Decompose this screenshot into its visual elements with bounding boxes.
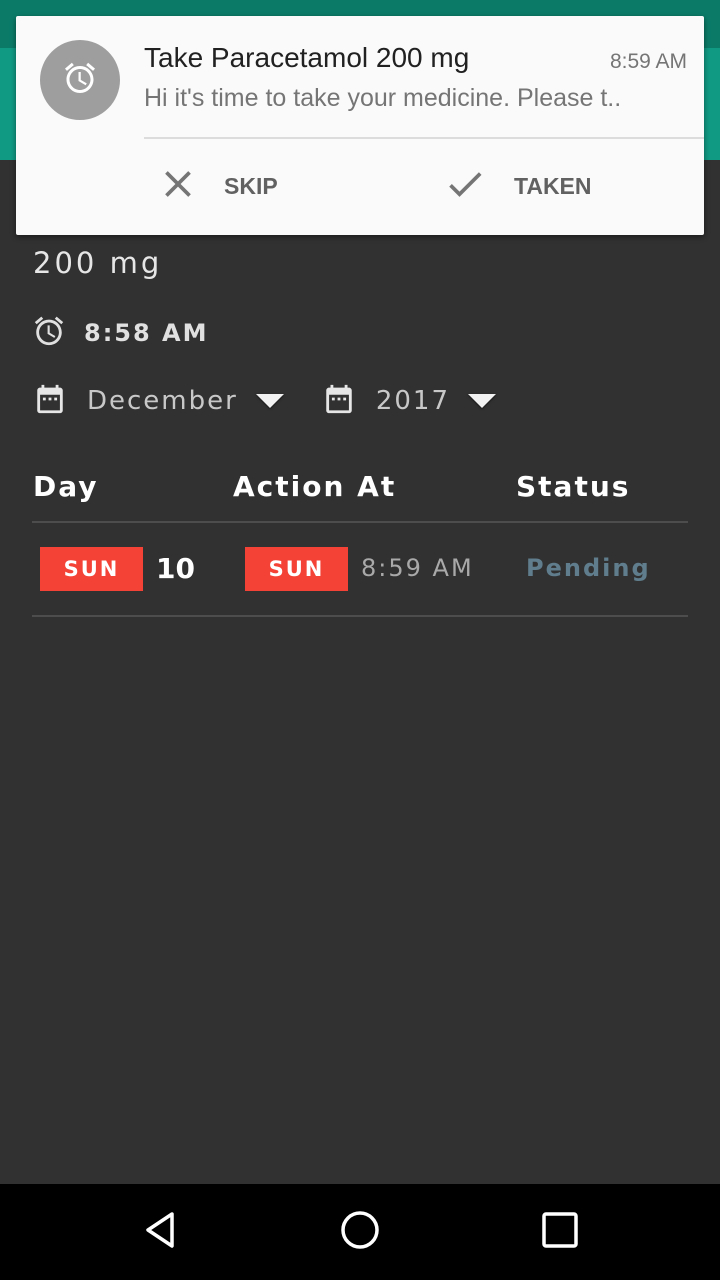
action-day-badge: SUN	[245, 547, 348, 591]
taken-button[interactable]: TAKEN	[440, 162, 592, 210]
notification-divider	[144, 137, 704, 139]
alarm-icon	[32, 314, 66, 352]
table-header-divider	[32, 521, 688, 523]
date-filters: December 2017	[33, 382, 496, 420]
notification-time: 8:59 AM	[609, 50, 687, 73]
recents-button[interactable]	[532, 1204, 588, 1260]
notification-text: Hi it's time to take your medicine. Plea…	[144, 84, 622, 112]
alarm-icon	[62, 60, 98, 100]
year-selector[interactable]: 2017	[322, 382, 496, 420]
close-icon	[156, 162, 200, 210]
status-badge: Pending	[526, 554, 651, 582]
navigation-bar	[0, 1184, 720, 1280]
recents-icon	[541, 1211, 579, 1253]
medicine-dose: 200 mg	[33, 246, 163, 280]
header-action-at: Action At	[233, 470, 397, 503]
notification-card[interactable]: Take Paracetamol 200 mg 8:59 AM Hi it's …	[16, 16, 704, 235]
action-time: 8:59 AM	[361, 554, 474, 582]
reminder-time-row: 8:58 AM	[32, 314, 209, 352]
reminder-time: 8:58 AM	[84, 319, 209, 347]
skip-label: SKIP	[224, 172, 278, 199]
month-value: December	[87, 386, 238, 416]
dropdown-caret-icon	[255, 394, 284, 408]
taken-label: TAKEN	[514, 172, 592, 199]
table-row-divider	[32, 615, 688, 617]
skip-button[interactable]: SKIP	[156, 162, 278, 210]
home-button[interactable]	[332, 1204, 388, 1260]
dropdown-caret-icon	[468, 394, 496, 408]
notification-title: Take Paracetamol 200 mg	[144, 42, 470, 73]
day-badge: SUN	[40, 547, 143, 591]
day-number: 10	[156, 552, 195, 585]
notification-avatar	[40, 40, 120, 120]
check-icon	[440, 162, 490, 210]
header-status: Status	[516, 470, 631, 503]
home-icon	[339, 1209, 381, 1255]
back-icon	[140, 1210, 180, 1254]
back-button[interactable]	[132, 1204, 188, 1260]
calendar-icon	[322, 382, 356, 420]
calendar-icon	[33, 382, 67, 420]
year-value: 2017	[375, 386, 450, 416]
month-selector[interactable]: December	[33, 382, 284, 420]
header-day: Day	[33, 470, 99, 503]
